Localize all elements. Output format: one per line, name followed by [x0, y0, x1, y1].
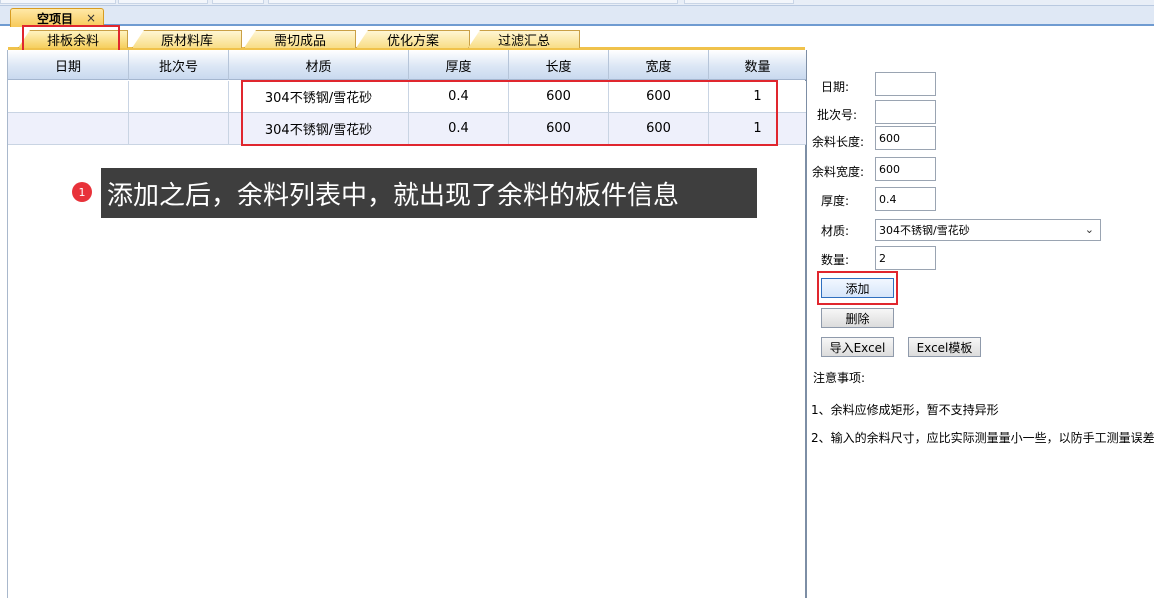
date-field[interactable] — [875, 72, 936, 96]
quantity-label: 数量: — [821, 253, 850, 267]
length-field[interactable]: 600 — [875, 126, 936, 150]
tab-label: 需切成品 — [273, 34, 326, 49]
tab-cut-products[interactable]: 需切成品 — [244, 30, 356, 48]
strip-segment — [684, 0, 794, 4]
add-button-highlight — [817, 271, 898, 305]
document-tab-bar: 空项目 × — [0, 6, 1154, 27]
close-icon[interactable]: × — [86, 11, 96, 25]
column-header-batch[interactable]: 批次号 — [129, 50, 229, 80]
thickness-label: 厚度: — [821, 194, 850, 208]
material-select[interactable]: 304不锈钢/雪花砂 ⌄ — [875, 219, 1101, 241]
note-1: 1、余料应修成矩形，暂不支持异形 — [811, 403, 999, 417]
strip-segment — [0, 0, 116, 4]
material-value: 304不锈钢/雪花砂 — [879, 224, 970, 237]
tab-filter-summary[interactable]: 过滤汇总 — [468, 30, 580, 48]
tab-raw-material[interactable]: 原材料库 — [132, 30, 242, 48]
notes-title: 注意事项: — [813, 371, 866, 385]
new-rows-highlight — [241, 80, 778, 146]
sub-tab-bar: 排板余料 原材料库 需切成品 优化方案 过滤汇总 — [0, 28, 1154, 50]
annotation-callout: 添加之后，余料列表中，就出现了余料的板件信息 — [101, 168, 757, 218]
step-badge: 1 — [72, 182, 92, 202]
width-field[interactable]: 600 — [875, 157, 936, 181]
cell-date — [8, 81, 129, 112]
document-tab-label: 空项目 — [37, 11, 74, 26]
column-header-quantity[interactable]: 数量 — [709, 50, 806, 80]
offcut-form-panel: 日期: 批次号: 余料长度: 600 余料宽度: 600 厚度: 0.4 材质:… — [806, 50, 1154, 598]
strip-segment — [268, 0, 678, 4]
cell-batch — [129, 113, 229, 144]
length-label: 余料长度: — [812, 135, 865, 149]
excel-template-button[interactable]: Excel模板 — [908, 337, 981, 357]
note-2: 2、输入的余料尺寸，应比实际测量量小一些，以防手工测量误差 — [811, 431, 1154, 445]
tab-label: 过滤汇总 — [497, 34, 550, 49]
strip-segment — [118, 0, 208, 4]
column-header-width[interactable]: 宽度 — [609, 50, 709, 80]
annotation-text: 添加之后，余料列表中，就出现了余料的板件信息 — [107, 180, 680, 211]
import-excel-button[interactable]: 导入Excel — [821, 337, 894, 357]
column-header-material[interactable]: 材质 — [229, 50, 409, 80]
column-header-thickness[interactable]: 厚度 — [409, 50, 509, 80]
quantity-field[interactable]: 2 — [875, 246, 936, 270]
delete-button[interactable]: 删除 — [821, 308, 894, 328]
column-header-length[interactable]: 长度 — [509, 50, 609, 80]
column-header-date[interactable]: 日期 — [8, 50, 129, 80]
tab-label: 原材料库 — [160, 34, 213, 49]
app-window: 空项目 × 排板余料 原材料库 需切成品 优化方案 过滤汇总 日期 批次号 材质… — [0, 0, 1154, 598]
width-label: 余料宽度: — [812, 165, 865, 179]
active-tab-highlight — [22, 25, 120, 53]
cell-date — [8, 113, 129, 144]
chevron-down-icon: ⌄ — [1084, 223, 1094, 236]
tab-label: 优化方案 — [386, 34, 439, 49]
batch-field[interactable] — [875, 100, 936, 124]
date-label: 日期: — [821, 80, 850, 94]
material-label: 材质: — [821, 224, 850, 238]
thickness-field[interactable]: 0.4 — [875, 187, 936, 211]
strip-segment — [212, 0, 264, 4]
cell-batch — [129, 81, 229, 112]
batch-label: 批次号: — [817, 108, 858, 122]
tab-optimization[interactable]: 优化方案 — [356, 30, 470, 48]
grid-header: 日期 批次号 材质 厚度 长度 宽度 数量 — [8, 50, 806, 80]
